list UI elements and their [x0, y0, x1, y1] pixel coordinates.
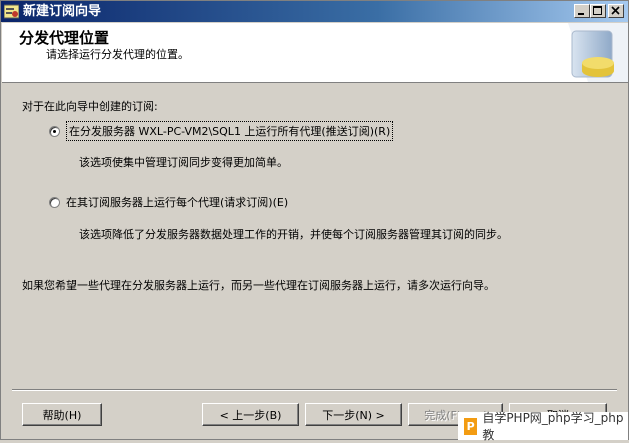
- title-bar[interactable]: 新建订阅向导: [1, 1, 628, 22]
- wizard-header: 分发代理位置 请选择运行分发代理的位置。: [2, 23, 628, 83]
- multiple-run-note: 如果您希望一些代理在分发服务器上运行，而另一些代理在订阅服务器上运行，请多次运行…: [22, 279, 495, 292]
- watermark-logo-icon: P: [464, 417, 478, 435]
- minimize-icon: [578, 13, 584, 15]
- button-divider: [12, 389, 617, 391]
- pull-subscription-option[interactable]: 在其订阅服务器上运行每个代理(请求订阅)(E): [49, 194, 288, 210]
- database-icon: [3, 4, 20, 19]
- push-subscription-label[interactable]: 在分发服务器 WXL-PC-VM2\SQL1 上运行所有代理(推送订阅)(R): [66, 121, 394, 141]
- push-subscription-option[interactable]: 在分发服务器 WXL-PC-VM2\SQL1 上运行所有代理(推送订阅)(R): [49, 121, 394, 141]
- page-subtitle: 请选择运行分发代理的位置。: [46, 48, 189, 61]
- wizard-window: 新建订阅向导 分发代理位置 请选择运行分发代理的位置。 对于在此向导中创建的订阅…: [0, 0, 629, 442]
- site-watermark: P 自学PHP网_php学习_php教: [458, 411, 628, 442]
- window-title: 新建订阅向导: [23, 4, 102, 19]
- minimize-button[interactable]: [574, 4, 590, 18]
- radio-button-pull[interactable]: [49, 196, 60, 208]
- database-banner-icon: [568, 23, 628, 82]
- subscription-prompt: 对于在此向导中创建的订阅:: [22, 100, 158, 113]
- close-button[interactable]: [608, 4, 624, 18]
- close-icon: [611, 6, 620, 15]
- push-subscription-description: 该选项使集中管理订阅同步变得更加简单。: [79, 156, 288, 169]
- help-button[interactable]: 帮助(H): [22, 403, 102, 426]
- maximize-button[interactable]: [590, 4, 606, 18]
- page-title: 分发代理位置: [19, 29, 110, 47]
- back-button[interactable]: < 上一步(B): [202, 403, 299, 426]
- radio-button-push[interactable]: [49, 125, 60, 137]
- next-button[interactable]: 下一步(N) >: [305, 403, 402, 426]
- watermark-text: 自学PHP网_php学习_php教: [482, 411, 624, 442]
- pull-subscription-description: 该选项降低了分发服务器数据处理工作的开销，并使每个订阅服务器管理其订阅的同步。: [79, 228, 508, 241]
- maximize-icon: [593, 6, 602, 15]
- pull-subscription-label[interactable]: 在其订阅服务器上运行每个代理(请求订阅)(E): [66, 194, 288, 210]
